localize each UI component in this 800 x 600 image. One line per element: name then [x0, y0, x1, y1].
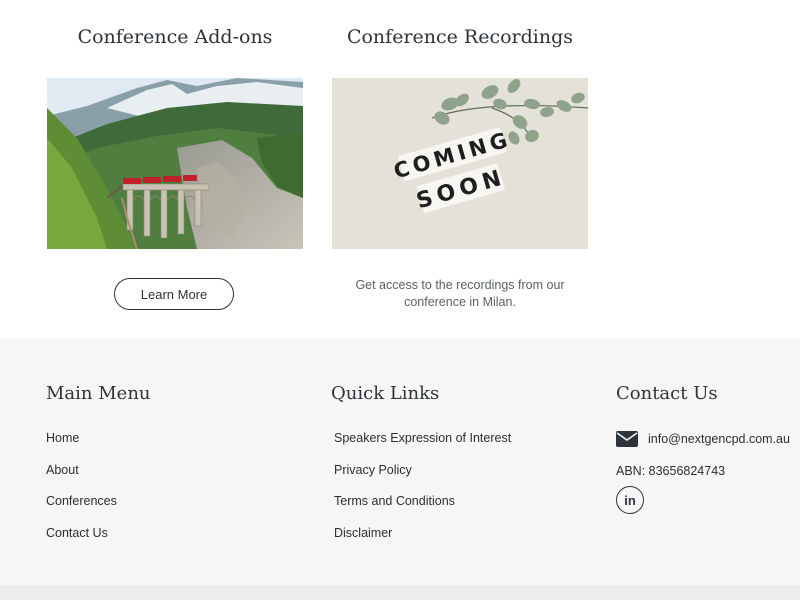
menu-link-about[interactable]: About: [46, 463, 79, 477]
linkedin-icon[interactable]: in: [616, 486, 644, 514]
coming-soon-image: COMING SOON: [332, 78, 588, 249]
addons-image: [47, 78, 303, 249]
footer: Main Menu Home About Conferences Contact…: [0, 339, 800, 585]
quick-links-list: Speakers Expression of Interest Privacy …: [334, 429, 511, 555]
main-menu-heading: Main Menu: [46, 383, 151, 404]
menu-link-home[interactable]: Home: [46, 431, 79, 445]
addons-title: Conference Add-ons: [77, 26, 273, 48]
main-menu-list: Home About Conferences Contact Us: [46, 429, 117, 555]
abn-text: ABN: 83656824743: [616, 464, 726, 478]
learn-more-button[interactable]: Learn More: [114, 278, 234, 310]
link-disclaimer[interactable]: Disclaimer: [334, 526, 392, 540]
content-section: Conference Add-ons Learn More Conference…: [0, 0, 800, 339]
recordings-description: Get access to the recordings from our co…: [355, 278, 565, 309]
link-terms-conditions[interactable]: Terms and Conditions: [334, 494, 455, 508]
menu-link-contact-us[interactable]: Contact Us: [46, 526, 108, 540]
contact-email-row: info@nextgencpd.com.au: [616, 431, 790, 447]
contact-abn: ABN: 83656824743: [616, 464, 725, 478]
quick-links-heading: Quick Links: [331, 383, 440, 404]
menu-link-conferences[interactable]: Conferences: [46, 494, 117, 508]
recordings-title: Conference Recordings: [346, 26, 574, 48]
contact-email-link[interactable]: info@nextgencpd.com.au: [648, 432, 790, 446]
footer-bottom-bar: [0, 585, 800, 600]
link-speakers-expression[interactable]: Speakers Expression of Interest: [334, 431, 511, 445]
contact-heading: Contact Us: [616, 383, 718, 404]
envelope-icon: [616, 431, 638, 447]
link-privacy-policy[interactable]: Privacy Policy: [334, 463, 412, 477]
